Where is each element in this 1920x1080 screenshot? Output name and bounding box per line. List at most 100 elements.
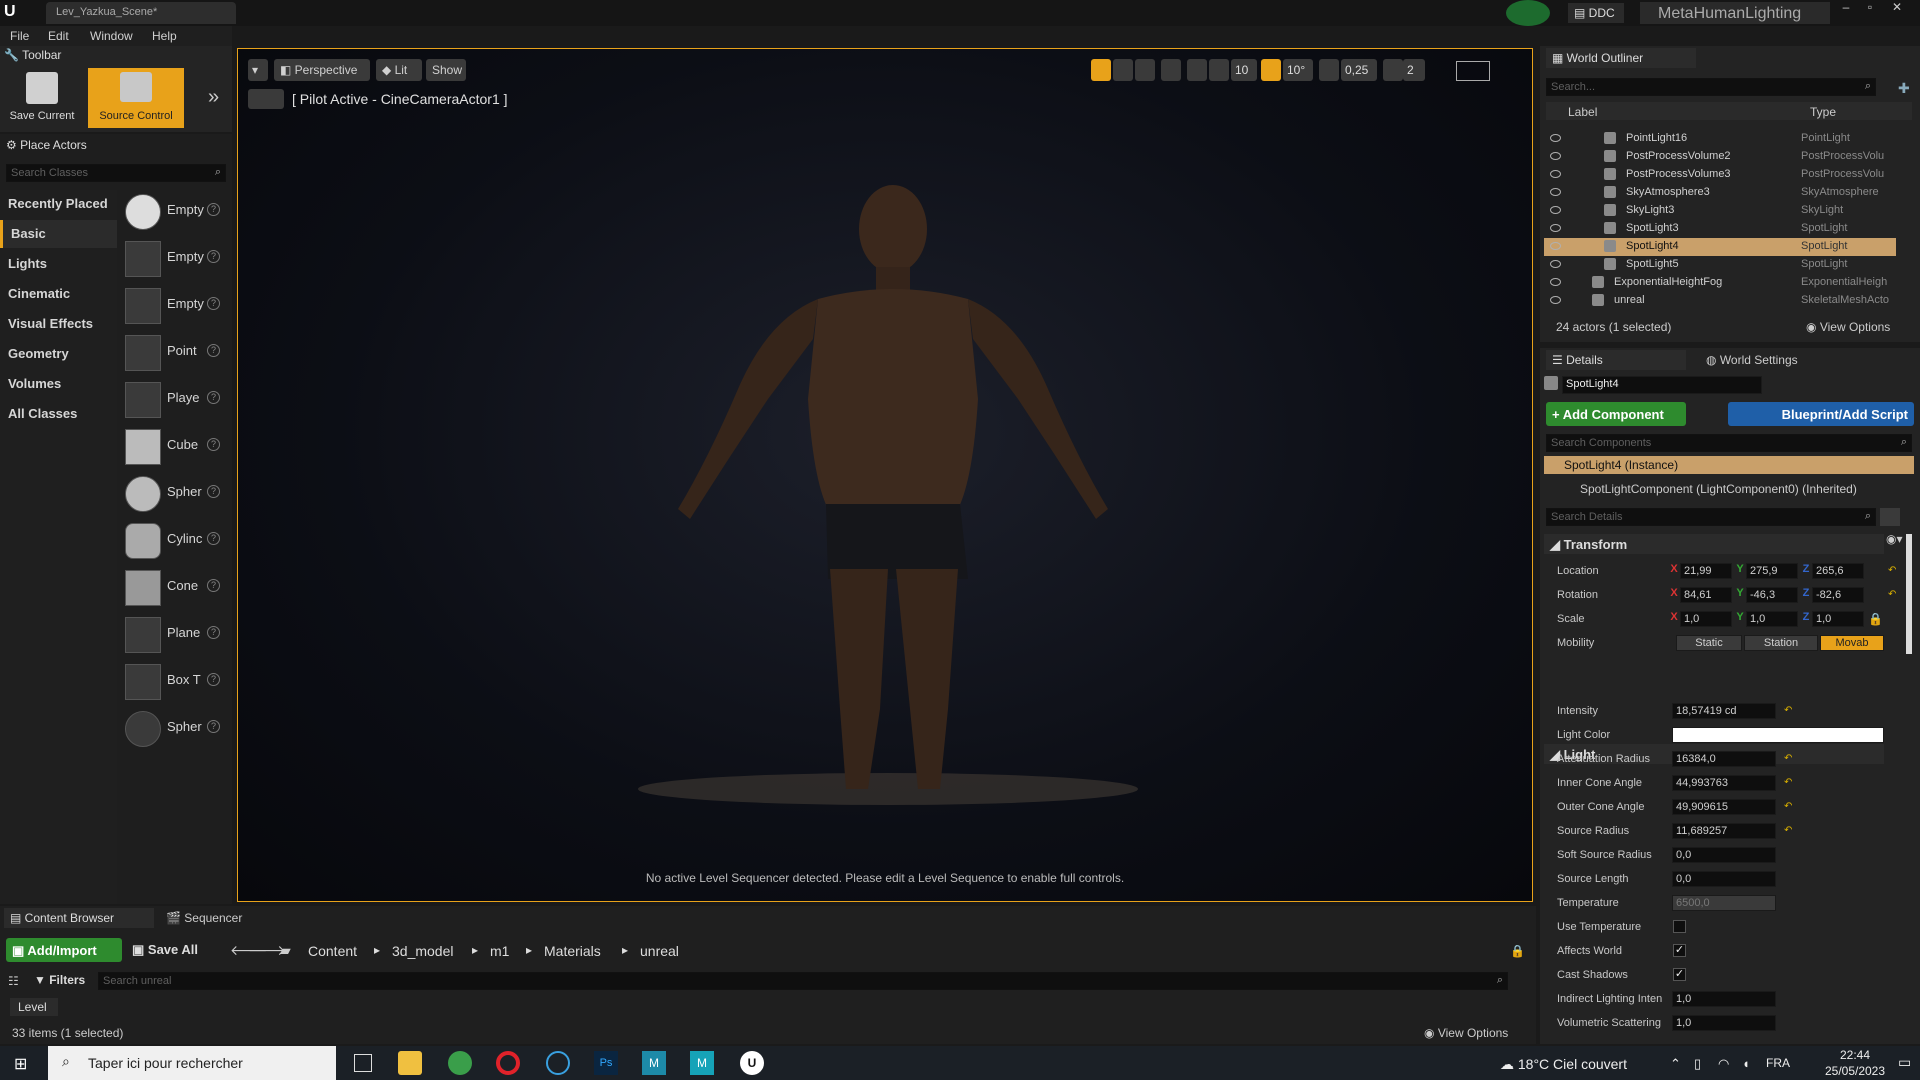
toolbar-expand-icon[interactable]: » bbox=[208, 86, 219, 109]
sources-toggle-icon[interactable]: ☷ bbox=[8, 974, 19, 988]
maximize-button[interactable]: ▫ bbox=[1858, 0, 1882, 16]
help-icon[interactable]: ? bbox=[207, 673, 220, 686]
menu-edit[interactable]: Edit bbox=[48, 29, 69, 43]
breadcrumb-m1[interactable]: m1 bbox=[490, 943, 509, 959]
unreal-logo-icon[interactable]: U bbox=[4, 3, 24, 23]
outliner-view-options[interactable]: ◉ View Options bbox=[1806, 320, 1890, 334]
help-icon[interactable]: ? bbox=[207, 344, 220, 357]
outer-cone-angle-field[interactable]: 49,909615 bbox=[1672, 799, 1776, 815]
language-indicator[interactable]: FRA bbox=[1766, 1056, 1790, 1070]
mudbox-icon[interactable]: M bbox=[690, 1051, 714, 1075]
light-color-swatch[interactable] bbox=[1672, 727, 1884, 743]
visibility-eye-icon[interactable] bbox=[1550, 260, 1561, 268]
actor-item[interactable]: Cube? bbox=[125, 425, 231, 469]
help-icon[interactable]: ? bbox=[207, 720, 220, 733]
scale-z-field[interactable]: 1,0 bbox=[1812, 611, 1864, 627]
actor-item[interactable]: Empty? bbox=[125, 237, 231, 281]
viewport-layout-icon[interactable] bbox=[1456, 61, 1490, 81]
volumetric-scattering-field[interactable]: 1,0 bbox=[1672, 1015, 1776, 1031]
grid-snap-icon[interactable] bbox=[1209, 59, 1229, 81]
actor-item[interactable]: Spher? bbox=[125, 472, 231, 516]
location-z-field[interactable]: 265,6 bbox=[1812, 563, 1864, 579]
lock-scale-icon[interactable]: 🔒 bbox=[1868, 612, 1883, 626]
task-view-icon[interactable] bbox=[354, 1054, 372, 1072]
reset-rotation-icon[interactable]: ↶ bbox=[1888, 589, 1896, 600]
location-y-field[interactable]: 275,9 bbox=[1746, 563, 1798, 579]
category-all-classes[interactable]: All Classes bbox=[0, 400, 117, 428]
visibility-eye-icon[interactable] bbox=[1550, 188, 1561, 196]
minimize-button[interactable]: – bbox=[1834, 0, 1858, 16]
source-control-button[interactable]: Source Control bbox=[88, 68, 184, 128]
help-icon[interactable]: ? bbox=[207, 626, 220, 639]
visibility-eye-icon[interactable] bbox=[1550, 242, 1561, 250]
tray-volume-icon[interactable]: ◖ bbox=[1742, 1056, 1750, 1071]
visibility-eye-icon[interactable] bbox=[1550, 170, 1561, 178]
close-button[interactable]: ✕ bbox=[1882, 0, 1912, 16]
menu-window[interactable]: Window bbox=[90, 29, 133, 43]
help-icon[interactable]: ? bbox=[207, 579, 220, 592]
scale-x-field[interactable]: 1,0 bbox=[1680, 611, 1732, 627]
help-icon[interactable]: ? bbox=[207, 438, 220, 451]
location-label[interactable]: Location bbox=[1557, 565, 1599, 577]
mobility-stationary-button[interactable]: Station bbox=[1744, 635, 1818, 651]
visibility-eye-icon[interactable] bbox=[1550, 278, 1561, 286]
rotation-y-field[interactable]: -46,3 bbox=[1746, 587, 1798, 603]
help-icon[interactable]: ? bbox=[207, 532, 220, 545]
level-tab[interactable]: Lev_Yazkua_Scene* bbox=[46, 2, 236, 24]
help-icon[interactable]: ? bbox=[207, 391, 220, 404]
rotate-tool-icon[interactable] bbox=[1113, 59, 1133, 81]
menu-file[interactable]: File bbox=[10, 29, 29, 43]
outliner-row[interactable]: SpotLight5 SpotLight bbox=[1544, 256, 1896, 274]
breadcrumb-content[interactable]: Content bbox=[308, 943, 357, 959]
rotation-z-field[interactable]: -82,6 bbox=[1812, 587, 1864, 603]
property-matrix-icon[interactable] bbox=[1880, 508, 1900, 526]
maya-icon[interactable]: M bbox=[642, 1051, 666, 1075]
affects-world-checkbox[interactable]: ✓ bbox=[1673, 944, 1686, 957]
category-volumes[interactable]: Volumes bbox=[0, 370, 117, 398]
instance-row[interactable]: SpotLight4 (Instance) bbox=[1544, 456, 1914, 474]
scale-tool-icon[interactable] bbox=[1135, 59, 1155, 81]
clock-time[interactable]: 22:44 bbox=[1820, 1048, 1890, 1062]
outliner-row[interactable]: unreal SkeletalMeshActo bbox=[1544, 292, 1896, 310]
outliner-row[interactable]: PostProcessVolume3 PostProcessVolu bbox=[1544, 166, 1896, 184]
show-button[interactable]: Show bbox=[426, 59, 466, 81]
visibility-eye-icon[interactable] bbox=[1550, 206, 1561, 214]
camera-speed-value[interactable]: 2 bbox=[1403, 59, 1425, 81]
search-details-input[interactable]: Search Details ⌕ bbox=[1546, 508, 1876, 526]
help-icon[interactable]: ? bbox=[207, 203, 220, 216]
outliner-search-input[interactable]: Search... ⌕ bbox=[1546, 78, 1876, 96]
source-length-field[interactable]: 0,0 bbox=[1672, 871, 1776, 887]
type-column-header[interactable]: Type bbox=[1810, 105, 1836, 119]
rotation-snap-icon[interactable] bbox=[1261, 59, 1281, 81]
lock-icon[interactable]: 🔒 bbox=[1510, 944, 1525, 958]
actor-item[interactable]: Spher? bbox=[125, 707, 231, 751]
outliner-row[interactable]: PostProcessVolume2 PostProcessVolu bbox=[1544, 148, 1896, 166]
visibility-eye-icon[interactable] bbox=[1550, 152, 1561, 160]
actor-item[interactable]: Empty? bbox=[125, 284, 231, 328]
outliner-row[interactable]: SpotLight3 SpotLight bbox=[1544, 220, 1896, 238]
intensity-field[interactable]: 18,57419 cd bbox=[1672, 703, 1776, 719]
content-search-input[interactable]: Search unreal ⌕ bbox=[98, 972, 1508, 990]
search-classes-input[interactable]: Search Classes ⌕ bbox=[6, 164, 226, 182]
visibility-eye-icon[interactable] bbox=[1550, 296, 1561, 304]
rotation-snap-value[interactable]: 10° bbox=[1283, 59, 1313, 81]
breadcrumb-unreal[interactable]: unreal bbox=[640, 943, 679, 959]
transform-section-header[interactable]: ◢ Transform bbox=[1544, 534, 1884, 554]
temperature-field[interactable]: 6500,0 bbox=[1672, 895, 1776, 911]
actor-item[interactable]: Playe? bbox=[125, 378, 231, 422]
source-radius-field[interactable]: 11,689257 bbox=[1672, 823, 1776, 839]
category-cinematic[interactable]: Cinematic bbox=[0, 280, 117, 308]
viewport[interactable]: ▾ ◧ Perspective ◆ Lit Show [ Pilot Activ… bbox=[237, 48, 1533, 902]
menu-help[interactable]: Help bbox=[152, 29, 177, 43]
actor-item[interactable]: Cylinc? bbox=[125, 519, 231, 563]
outliner-row[interactable]: ExponentialHeightFog ExponentialHeigh bbox=[1544, 274, 1896, 292]
ccleaner-icon[interactable] bbox=[546, 1051, 570, 1075]
reset-source-radius-icon[interactable]: ↶ bbox=[1784, 825, 1792, 836]
filters-dropdown[interactable]: ▼ Filters bbox=[34, 973, 85, 987]
translate-tool-icon[interactable] bbox=[1091, 59, 1111, 81]
tray-battery-icon[interactable]: ▯ bbox=[1694, 1056, 1701, 1072]
reset-location-icon[interactable]: ↶ bbox=[1888, 565, 1896, 576]
content-browser-tab[interactable]: ▤ Content Browser bbox=[4, 908, 154, 928]
actor-item[interactable]: Empty? bbox=[125, 190, 231, 234]
scale-label[interactable]: Scale bbox=[1557, 613, 1585, 625]
